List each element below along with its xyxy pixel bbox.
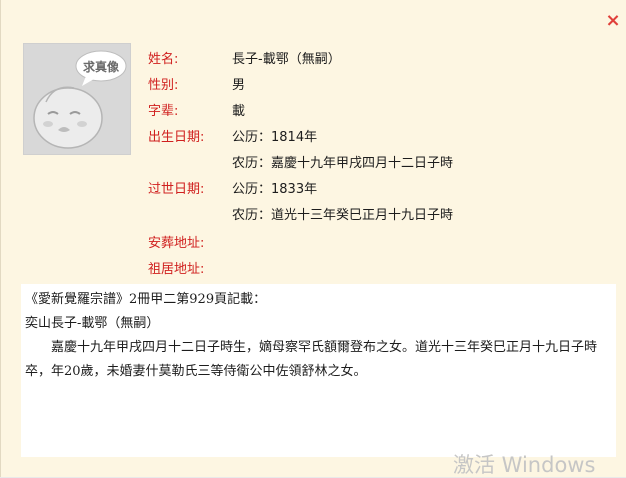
name-label: 姓名: [148, 52, 179, 67]
genealogy-record: 《愛新覺羅宗譜》2冊甲二第929頁記載： 奕山長子-載鄂（無嗣） 嘉慶十九年甲戌… [21, 284, 616, 457]
death-lunar-value: 农历：道光十三年癸巳正月十九日子時 [232, 208, 454, 223]
record-body: 嘉慶十九年甲戌四月十二日子時生，嫡母察罕氏額爾登布之女。道光十三年癸巳正月十九日… [25, 340, 598, 379]
generation-value: 載 [232, 104, 246, 119]
close-icon[interactable]: × [604, 12, 622, 30]
death-gregorian-value: 公历：1833年 [232, 182, 318, 197]
person-detail-dialog: × 求真像 姓名: 長子-載鄂（無嗣） 性别: 男 字辈: 載 出生日期: 公历… [0, 0, 626, 477]
birth-gregorian-value: 公历：1814年 [232, 130, 318, 145]
record-title-line: 奕山長子-載鄂（無嗣） [25, 316, 160, 331]
birth-date-label: 出生日期: [148, 130, 205, 145]
birth-lunar-value: 农历：嘉慶十九年甲戌四月十二日子時 [232, 156, 454, 171]
ancestral-address-label: 祖居地址: [148, 262, 205, 277]
gender-label: 性别: [148, 78, 179, 93]
burial-address-label: 安葬地址: [148, 236, 205, 251]
avatar-badge-text: 求真像 [83, 59, 120, 74]
avatar: 求真像 [23, 43, 131, 155]
placeholder-cartoon-face-icon: 求真像 [24, 44, 130, 154]
record-source-line: 《愛新覺羅宗譜》2冊甲二第929頁記載： [25, 292, 267, 307]
generation-label: 字辈: [148, 104, 179, 119]
gender-value: 男 [232, 78, 246, 93]
activate-windows-watermark: 激活 Windows [453, 453, 596, 477]
death-date-label: 过世日期: [148, 182, 205, 197]
name-value: 長子-載鄂（無嗣） [232, 52, 341, 67]
